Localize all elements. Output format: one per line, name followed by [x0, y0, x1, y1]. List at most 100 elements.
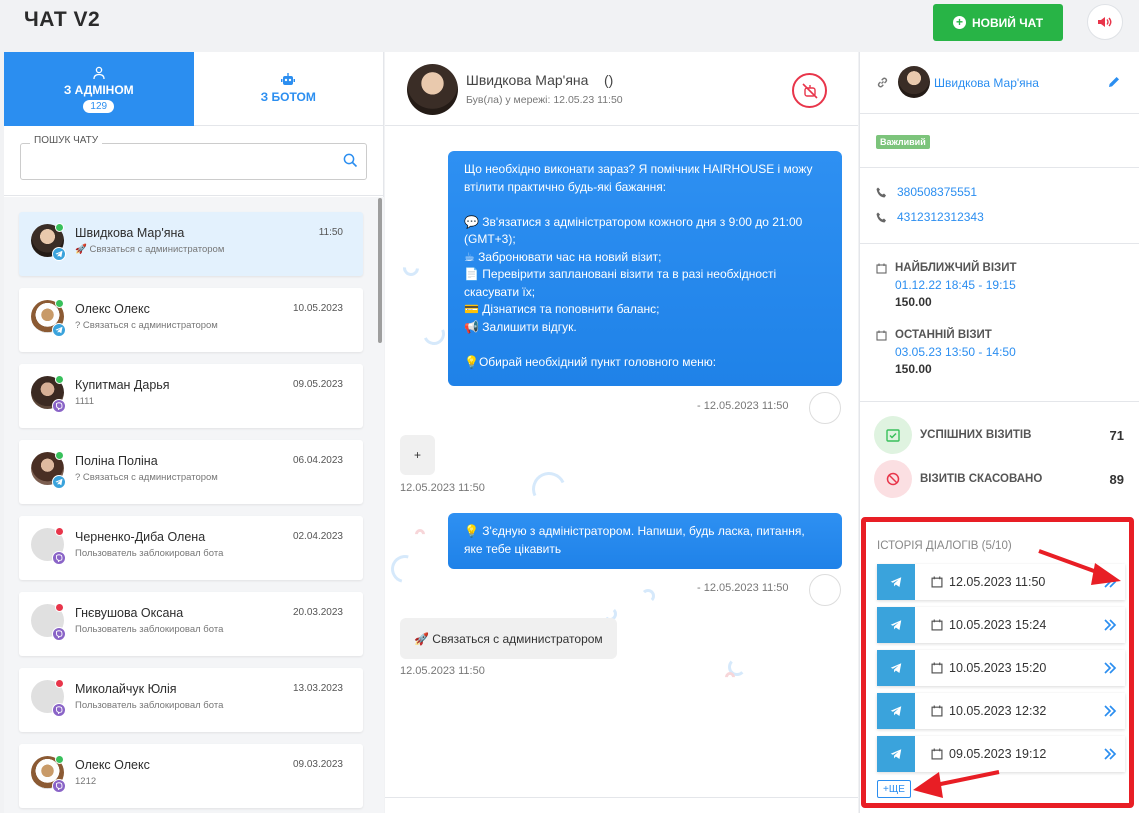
message-line: 💬 Зв'язатися з адміністратором кожного д…: [464, 214, 803, 247]
telegram-icon: [877, 650, 915, 686]
chat-preview: Пользователь заблокировал бота: [75, 700, 224, 711]
robot-icon: [281, 73, 296, 85]
chat-list-item[interactable]: Миколайчук Юлія 13.03.2023 Пользователь …: [19, 668, 363, 732]
conversation-footer: [385, 797, 858, 813]
admin-icon: [93, 66, 105, 79]
stat-label: УСПІШНИХ ВІЗИТІВ: [920, 429, 1032, 441]
stat-value: 71: [1109, 427, 1124, 443]
conversation-contact-name: Швидкова Мар'яна: [466, 72, 589, 88]
dialog-history-item[interactable]: 10.05.2023 15:24: [877, 607, 1125, 643]
chat-list[interactable]: Швидкова Мар'яна 11:50 🚀 Связаться с адм…: [4, 197, 384, 813]
contact-name[interactable]: Швидкова Мар'яна: [934, 76, 1039, 90]
chat-list-item[interactable]: Олекс Олекс 10.05.2023 ? Связаться с адм…: [19, 288, 363, 352]
dialog-history-item[interactable]: 10.05.2023 12:32: [877, 693, 1125, 729]
message-text: +: [414, 448, 422, 462]
nearest-visit-date[interactable]: 01.12.22 18:45 - 19:15: [895, 278, 1126, 292]
contact-phones: 380508375551 4312312312343: [860, 168, 1139, 244]
chat-name: Олекс Олекс: [75, 302, 150, 316]
search-input[interactable]: [20, 143, 367, 180]
chat-preview: Пользователь заблокировал бота: [75, 624, 224, 635]
nearest-visit: НАЙБЛИЖЧИЙ ВІЗИТ 01.12.22 18:45 - 19:15 …: [876, 262, 1126, 309]
chat-name: Миколайчук Юлія: [75, 682, 177, 696]
chat-name: Олекс Олекс: [75, 758, 150, 772]
user-message: +: [400, 435, 436, 475]
status-indicator: [55, 679, 64, 688]
chat-time: 10.05.2023: [292, 303, 343, 314]
message-line: Що необхідно виконати зараз? Я помічник …: [464, 162, 813, 194]
chat-name: Черненко-Диба Олена: [75, 530, 206, 544]
search-icon[interactable]: [343, 153, 358, 168]
tab-with-bot[interactable]: З БОТОМ: [193, 52, 383, 126]
last-visit-date[interactable]: 03.05.23 13:50 - 14:50: [895, 345, 1126, 359]
chat-list-item[interactable]: Купитман Дарья 09.05.2023 1111: [19, 364, 363, 428]
chat-list-item[interactable]: Черненко-Диба Олена 02.04.2023 Пользоват…: [19, 516, 363, 580]
calendar-icon: [931, 705, 943, 717]
search-label: ПОШУК ЧАТУ: [30, 135, 103, 146]
chat-time: 13.03.2023: [292, 683, 343, 694]
chat-time: 06.04.2023: [292, 455, 343, 466]
open-dialog-button[interactable]: [1095, 576, 1125, 588]
status-indicator: [55, 375, 64, 384]
open-dialog-button[interactable]: [1095, 705, 1125, 717]
double-chevron-right-icon: [1104, 748, 1117, 760]
telegram-icon: [877, 693, 915, 729]
chat-list-item[interactable]: Поліна Поліна 06.04.2023 ? Связаться с а…: [19, 440, 363, 504]
link-icon[interactable]: [876, 76, 889, 89]
message-line: 📢 Залишити відгук.: [464, 319, 577, 334]
dialog-history-item[interactable]: 09.05.2023 19:12: [877, 736, 1125, 772]
viber-icon: [52, 703, 66, 717]
message-line: ☕ Забронювати час на новий візит;: [464, 249, 662, 264]
calendar-icon: [931, 619, 943, 631]
new-chat-button[interactable]: + НОВИЙ ЧАТ: [933, 4, 1063, 41]
message-area[interactable]: Що необхідно виконати зараз? Я помічник …: [385, 127, 858, 797]
sound-toggle-button[interactable]: [1087, 4, 1123, 40]
dialog-history: ІСТОРІЯ ДІАЛОГІВ (5/10) 12.05.2023 11:50…: [861, 517, 1134, 808]
pencil-icon[interactable]: [1107, 75, 1121, 89]
dialog-history-item[interactable]: 12.05.2023 11:50: [877, 564, 1125, 600]
app-title: ЧАТ V2: [24, 8, 101, 31]
chat-list-scrollbar[interactable]: [378, 198, 382, 343]
calendar-icon: [876, 330, 887, 341]
stop-bot-button[interactable]: [792, 73, 827, 108]
tag-badge: Важливий: [876, 135, 930, 149]
chat-name: Швидкова Мар'яна: [75, 226, 185, 240]
tab-with-bot-label: З БОТОМ: [260, 90, 316, 104]
chat-time: 11:50: [318, 227, 343, 238]
tab-with-admin[interactable]: З АДМІНОМ 129: [4, 52, 194, 126]
calendar-check-icon: [874, 416, 912, 454]
chat-list-item[interactable]: Гнєвушова Оксана 20.03.2023 Пользователь…: [19, 592, 363, 656]
viber-icon: [52, 399, 66, 413]
status-indicator: [55, 527, 64, 536]
cancelled-visits-stat: ВІЗИТІВ СКАСОВАНО 89: [874, 460, 1124, 498]
dialog-date: 09.05.2023 19:12: [949, 747, 1047, 761]
phone-row[interactable]: 4312312312343: [876, 210, 984, 224]
calendar-icon: [931, 748, 943, 760]
telegram-icon: [877, 564, 915, 600]
phone-row[interactable]: 380508375551: [876, 185, 977, 199]
message-text: 🚀 Связаться с администратором: [414, 631, 603, 646]
open-dialog-button[interactable]: [1095, 662, 1125, 674]
chat-time: 02.04.2023: [292, 531, 343, 542]
double-chevron-right-icon: [1104, 619, 1117, 631]
chat-time: 20.03.2023: [292, 607, 343, 618]
decor-arc: [385, 549, 425, 589]
tab-with-admin-count: 129: [83, 99, 115, 113]
chat-list-item[interactable]: Швидкова Мар'яна 11:50 🚀 Связаться с адм…: [19, 212, 363, 276]
chat-list-item[interactable]: Олекс Олекс 09.03.2023 1212: [19, 744, 363, 808]
show-more-button[interactable]: +ЩЕ: [877, 780, 911, 798]
dialog-date: 10.05.2023 12:32: [949, 704, 1047, 718]
chat-search: ПОШУК ЧАТУ: [4, 126, 383, 196]
open-dialog-button[interactable]: [1095, 619, 1125, 631]
last-visit-price: 150.00: [895, 362, 932, 376]
message-line: [464, 336, 826, 354]
viber-icon: [52, 551, 66, 565]
last-visit-title: ОСТАННІЙ ВІЗИТ: [895, 329, 992, 341]
status-indicator: [55, 223, 64, 232]
double-chevron-right-icon: [1104, 705, 1117, 717]
last-visit: ОСТАННІЙ ВІЗИТ 03.05.23 13:50 - 14:50 15…: [876, 329, 1126, 376]
message-line: 📄 Перевірити заплановані візити та в раз…: [464, 267, 777, 299]
read-receipt: [809, 392, 841, 424]
open-dialog-button[interactable]: [1095, 748, 1125, 760]
dialog-history-item[interactable]: 10.05.2023 15:20: [877, 650, 1125, 686]
status-indicator: [55, 451, 64, 460]
